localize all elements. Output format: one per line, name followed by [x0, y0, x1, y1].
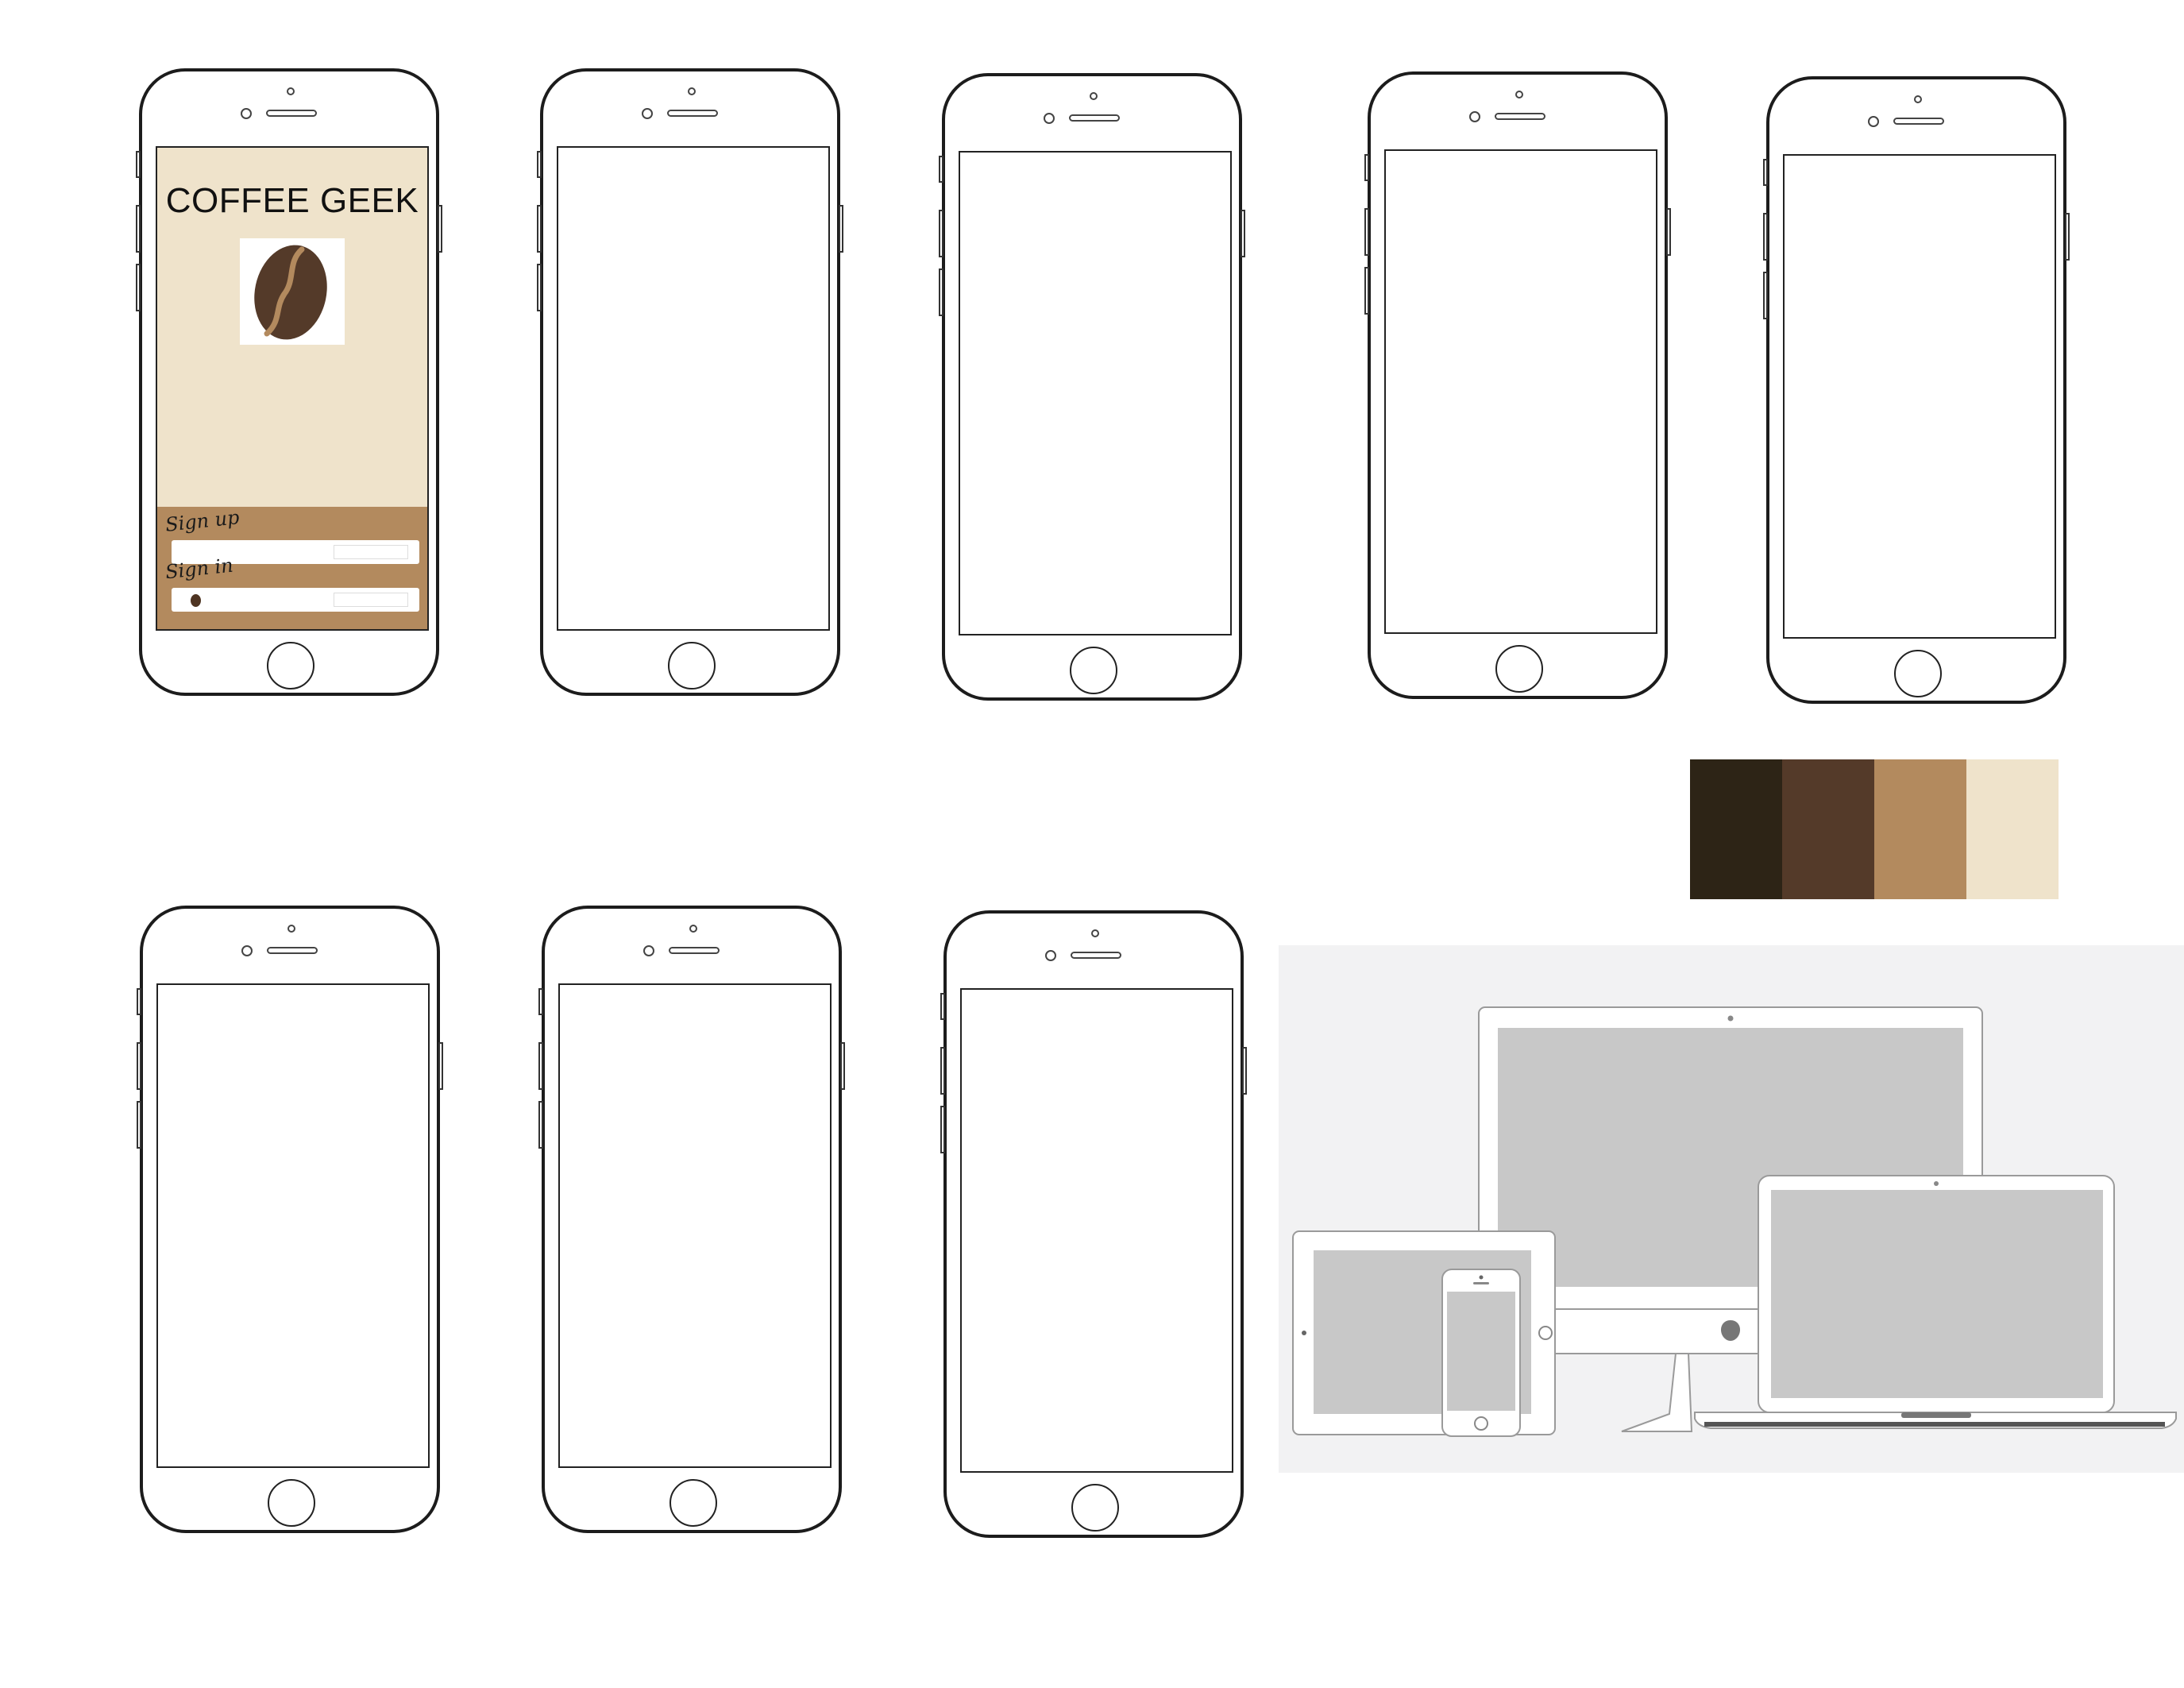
laptop-icon: [1694, 1175, 2177, 1429]
power-button: [1241, 210, 1245, 257]
home-button: [1071, 1484, 1119, 1532]
front-camera-icon: [1045, 950, 1056, 961]
home-button: [268, 1479, 315, 1527]
volume-down-button: [939, 268, 943, 316]
smartphone-icon: [1441, 1269, 1521, 1437]
front-camera-icon: [1469, 111, 1480, 122]
sensor-icon: [1515, 91, 1523, 98]
swatch-dark-brown: [1690, 759, 1782, 899]
blank-screen: [156, 983, 430, 1468]
phone-mockup-1: COFFEE GEEK Sign up Sign in: [136, 68, 442, 696]
home-button: [1894, 650, 1942, 697]
front-camera-icon: [642, 108, 653, 119]
volume-up-button: [1763, 213, 1768, 261]
sign-up-label: Sign up: [164, 506, 241, 536]
home-button: [1495, 645, 1543, 693]
blank-screen: [1783, 154, 2056, 639]
sensor-icon: [287, 87, 295, 95]
phone-mockup-3: [939, 73, 1245, 701]
volume-down-button: [538, 1101, 543, 1149]
volume-down-button: [537, 264, 542, 311]
sensor-icon: [287, 925, 295, 933]
power-button: [840, 1042, 845, 1090]
coffee-geek-screen: COFFEE GEEK Sign up Sign in: [156, 146, 429, 631]
swatch-coffee-brown: [1782, 759, 1874, 899]
sensor-icon: [1090, 92, 1098, 100]
speaker-grille: [669, 947, 720, 954]
auth-panel: Sign up Sign in: [157, 506, 427, 629]
phone-mockup-5: [1763, 76, 2070, 704]
mute-switch: [939, 156, 943, 183]
volume-up-button: [136, 205, 141, 253]
phone-mockup-8: [940, 910, 1247, 1538]
speaker-grille: [266, 110, 317, 117]
power-button: [438, 205, 442, 253]
phone-mockup-7: [538, 906, 845, 1533]
home-button: [267, 642, 314, 689]
front-camera-icon: [241, 108, 252, 119]
power-button: [2065, 213, 2070, 261]
blank-screen: [1384, 149, 1657, 634]
device-mockups-illustration: [1279, 945, 2184, 1473]
sensor-icon: [1914, 95, 1922, 103]
front-camera-icon: [241, 945, 253, 956]
front-camera-icon: [1868, 116, 1879, 127]
power-button: [839, 205, 843, 253]
phone-mockup-6: [137, 906, 443, 1533]
sign-up-field-box: [334, 545, 408, 559]
coffee-bean-icon: [240, 238, 345, 345]
volume-up-button: [940, 1047, 945, 1095]
power-button: [1242, 1047, 1247, 1095]
blank-screen: [959, 151, 1232, 635]
speaker-grille: [1893, 118, 1944, 125]
speaker-grille: [267, 947, 318, 954]
volume-down-button: [940, 1106, 945, 1153]
power-button: [1666, 208, 1671, 256]
sensor-icon: [1091, 929, 1099, 937]
mute-switch: [537, 151, 542, 178]
volume-down-button: [136, 264, 141, 311]
phone-mockup-4: [1364, 71, 1671, 699]
mute-switch: [1364, 154, 1369, 181]
speaker-grille: [1069, 114, 1120, 122]
swatch-latte-brown: [1874, 759, 1966, 899]
volume-down-button: [1364, 267, 1369, 315]
home-button: [1070, 647, 1117, 694]
blank-screen: [557, 146, 830, 631]
front-camera-icon: [643, 945, 654, 956]
mute-switch: [538, 988, 543, 1015]
home-button: [669, 1479, 717, 1527]
app-title: COFFEE GEEK: [165, 181, 419, 220]
volume-down-button: [1763, 272, 1768, 319]
mute-switch: [136, 151, 141, 178]
phone-mockup-2: [537, 68, 843, 696]
speaker-grille: [667, 110, 718, 117]
speaker-grille: [1071, 952, 1121, 959]
power-button: [438, 1042, 443, 1090]
speaker-grille: [1495, 113, 1545, 120]
sign-in-field[interactable]: [172, 588, 419, 612]
volume-up-button: [939, 210, 943, 257]
sensor-icon: [689, 925, 697, 933]
mute-switch: [137, 988, 141, 1015]
blank-screen: [960, 988, 1233, 1473]
mute-switch: [1763, 159, 1768, 186]
volume-up-button: [1364, 208, 1369, 256]
volume-up-button: [137, 1042, 141, 1090]
blank-screen: [558, 983, 832, 1468]
mute-switch: [940, 993, 945, 1020]
front-camera-icon: [1044, 113, 1055, 124]
volume-up-button: [538, 1042, 543, 1090]
volume-up-button: [537, 205, 542, 253]
swatch-cream: [1966, 759, 2059, 899]
sign-in-field-box: [334, 593, 408, 607]
coffee-bean-bullet-icon: [191, 594, 201, 607]
home-button: [668, 642, 716, 689]
volume-down-button: [137, 1101, 141, 1149]
sensor-icon: [688, 87, 696, 95]
